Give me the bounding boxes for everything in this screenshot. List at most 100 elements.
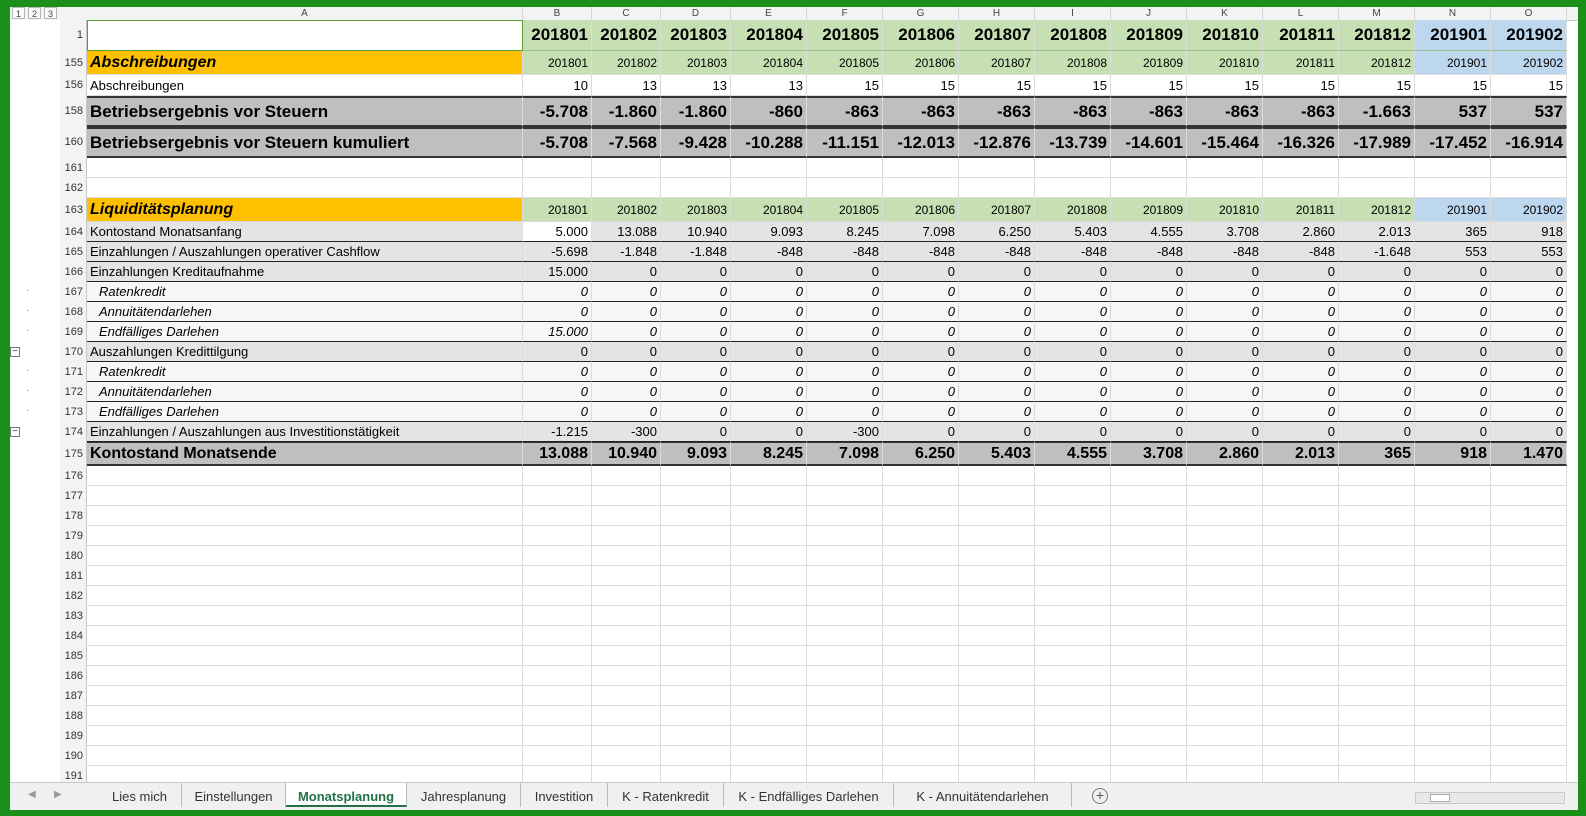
row-number-181[interactable]: 181 bbox=[60, 566, 86, 586]
value-cell[interactable] bbox=[661, 706, 731, 726]
value-cell[interactable] bbox=[1187, 158, 1263, 178]
row-label-cell[interactable] bbox=[87, 178, 523, 198]
value-cell[interactable]: 0 bbox=[1111, 402, 1187, 422]
value-cell[interactable] bbox=[1187, 506, 1263, 526]
value-cell[interactable] bbox=[1263, 158, 1339, 178]
value-cell[interactable] bbox=[959, 686, 1035, 706]
value-cell[interactable] bbox=[1491, 466, 1567, 486]
value-cell[interactable]: 201901 bbox=[1415, 198, 1491, 222]
value-cell[interactable] bbox=[883, 706, 959, 726]
value-cell[interactable] bbox=[1415, 486, 1491, 506]
value-cell[interactable] bbox=[883, 746, 959, 766]
value-cell[interactable] bbox=[1491, 706, 1567, 726]
value-cell[interactable] bbox=[592, 506, 661, 526]
value-cell[interactable]: 0 bbox=[807, 342, 883, 362]
value-cell[interactable]: 0 bbox=[1491, 422, 1567, 442]
value-cell[interactable] bbox=[1491, 546, 1567, 566]
value-cell[interactable] bbox=[1263, 706, 1339, 726]
value-cell[interactable]: 0 bbox=[807, 382, 883, 402]
row-label-cell[interactable] bbox=[87, 606, 523, 626]
value-cell[interactable]: 201901 bbox=[1415, 20, 1491, 51]
value-cell[interactable]: -848 bbox=[1263, 242, 1339, 262]
value-cell[interactable] bbox=[523, 158, 592, 178]
value-cell[interactable]: 0 bbox=[661, 262, 731, 282]
value-cell[interactable] bbox=[1339, 546, 1415, 566]
column-header-J[interactable]: J bbox=[1111, 7, 1187, 20]
value-cell[interactable] bbox=[1111, 706, 1187, 726]
value-cell[interactable]: 201807 bbox=[959, 20, 1035, 51]
row-label-cell[interactable]: Auszahlungen Kredittilgung bbox=[87, 342, 523, 362]
value-cell[interactable] bbox=[661, 746, 731, 766]
value-cell[interactable] bbox=[883, 586, 959, 606]
row-label-cell[interactable] bbox=[87, 526, 523, 546]
row-label-cell[interactable] bbox=[87, 586, 523, 606]
column-header-A[interactable]: A bbox=[87, 7, 523, 20]
value-cell[interactable] bbox=[883, 526, 959, 546]
value-cell[interactable]: 0 bbox=[1111, 262, 1187, 282]
value-cell[interactable] bbox=[1187, 466, 1263, 486]
value-cell[interactable] bbox=[1035, 466, 1111, 486]
value-cell[interactable]: 0 bbox=[959, 302, 1035, 322]
row-label-cell[interactable] bbox=[87, 626, 523, 646]
value-cell[interactable] bbox=[959, 586, 1035, 606]
value-cell[interactable]: 201805 bbox=[807, 198, 883, 222]
value-cell[interactable] bbox=[1187, 646, 1263, 666]
value-cell[interactable] bbox=[661, 666, 731, 686]
value-cell[interactable]: 0 bbox=[523, 302, 592, 322]
value-cell[interactable]: 0 bbox=[1263, 402, 1339, 422]
value-cell[interactable]: 0 bbox=[1035, 362, 1111, 382]
row-number-165[interactable]: 165 bbox=[60, 242, 86, 262]
value-cell[interactable] bbox=[1415, 706, 1491, 726]
value-cell[interactable] bbox=[592, 466, 661, 486]
value-cell[interactable] bbox=[661, 506, 731, 526]
value-cell[interactable] bbox=[523, 706, 592, 726]
value-cell[interactable] bbox=[1035, 486, 1111, 506]
value-cell[interactable]: 0 bbox=[1415, 322, 1491, 342]
value-cell[interactable]: 15 bbox=[1035, 75, 1111, 96]
row-label-cell[interactable]: Ratenkredit bbox=[87, 282, 523, 302]
value-cell[interactable]: 201803 bbox=[661, 20, 731, 51]
value-cell[interactable] bbox=[883, 726, 959, 746]
value-cell[interactable] bbox=[731, 726, 807, 746]
value-cell[interactable]: 0 bbox=[1111, 282, 1187, 302]
value-cell[interactable] bbox=[1187, 666, 1263, 686]
value-cell[interactable] bbox=[1491, 746, 1567, 766]
value-cell[interactable] bbox=[807, 686, 883, 706]
value-cell[interactable]: 0 bbox=[1491, 402, 1567, 422]
value-cell[interactable]: 0 bbox=[1491, 282, 1567, 302]
value-cell[interactable]: 0 bbox=[592, 322, 661, 342]
value-cell[interactable] bbox=[661, 466, 731, 486]
value-cell[interactable]: 0 bbox=[731, 262, 807, 282]
value-cell[interactable]: 0 bbox=[1187, 382, 1263, 402]
tab-jahresplanung[interactable]: Jahresplanung bbox=[407, 783, 521, 807]
value-cell[interactable]: 201806 bbox=[883, 20, 959, 51]
value-cell[interactable] bbox=[592, 158, 661, 178]
value-cell[interactable]: 201901 bbox=[1415, 51, 1491, 75]
value-cell[interactable] bbox=[1339, 178, 1415, 198]
row-number-179[interactable]: 179 bbox=[60, 526, 86, 546]
value-cell[interactable] bbox=[1035, 706, 1111, 726]
value-cell[interactable]: 201811 bbox=[1263, 51, 1339, 75]
value-cell[interactable] bbox=[592, 486, 661, 506]
value-cell[interactable] bbox=[807, 158, 883, 178]
value-cell[interactable] bbox=[883, 178, 959, 198]
row-label-cell[interactable] bbox=[87, 506, 523, 526]
value-cell[interactable] bbox=[807, 766, 883, 782]
row-number-178[interactable]: 178 bbox=[60, 506, 86, 526]
value-cell[interactable] bbox=[661, 546, 731, 566]
value-cell[interactable] bbox=[1491, 158, 1567, 178]
value-cell[interactable]: 0 bbox=[1339, 342, 1415, 362]
value-cell[interactable]: 0 bbox=[661, 342, 731, 362]
value-cell[interactable] bbox=[959, 158, 1035, 178]
value-cell[interactable]: -16.914 bbox=[1491, 127, 1567, 158]
value-cell[interactable] bbox=[1111, 666, 1187, 686]
value-cell[interactable] bbox=[592, 706, 661, 726]
value-cell[interactable]: 0 bbox=[1111, 302, 1187, 322]
column-header-B[interactable]: B bbox=[523, 7, 592, 20]
value-cell[interactable] bbox=[883, 466, 959, 486]
row-label-cell[interactable]: Ratenkredit bbox=[87, 362, 523, 382]
value-cell[interactable]: 0 bbox=[807, 402, 883, 422]
value-cell[interactable] bbox=[883, 666, 959, 686]
value-cell[interactable] bbox=[1111, 546, 1187, 566]
value-cell[interactable] bbox=[1339, 686, 1415, 706]
